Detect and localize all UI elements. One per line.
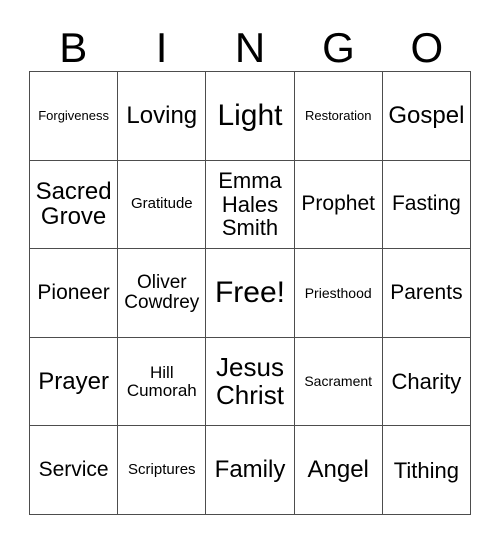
bingo-cell[interactable]: Restoration: [294, 72, 383, 161]
bingo-cell-label: Jesus Christ: [216, 352, 284, 410]
bingo-cell-label: Prayer: [38, 367, 109, 395]
bingo-cell[interactable]: Prayer: [30, 337, 119, 427]
bingo-cell[interactable]: Light: [206, 72, 295, 161]
bingo-cell[interactable]: Jesus Christ: [206, 337, 295, 427]
bingo-cell-label: Prophet: [301, 192, 375, 216]
bingo-cell[interactable]: Service: [30, 426, 119, 515]
bingo-cell-label: Family: [214, 456, 286, 484]
bingo-cell-label: Angel: [307, 456, 369, 484]
bingo-card: B I N G O Forgiveness Loving Light Restoration G…: [0, 0, 500, 544]
bingo-cell[interactable]: Sacred Grove: [30, 160, 119, 250]
bingo-cell-label: Fasting: [391, 192, 461, 216]
bingo-cell-label: Loving: [126, 102, 198, 130]
bingo-cell-label: Oliver Cowdrey: [124, 271, 200, 313]
bingo-cell[interactable]: Loving: [118, 72, 207, 161]
bingo-cell-label: Hill Cumorah: [126, 362, 197, 400]
bingo-cell-label: Forgiveness: [38, 107, 109, 123]
bingo-free-space-cell[interactable]: Free!: [206, 249, 295, 338]
bingo-cell-label: Gratitude: [130, 195, 193, 213]
bingo-header-letter-i: I: [155, 24, 168, 71]
bingo-cell[interactable]: Scriptures: [118, 426, 207, 515]
bingo-cell-label: Pioneer: [37, 280, 110, 304]
bingo-cell-label: Free!: [214, 276, 285, 310]
bingo-cell[interactable]: Fasting: [382, 160, 471, 250]
bingo-cell[interactable]: Oliver Cowdrey: [118, 249, 207, 338]
bingo-cell[interactable]: Forgiveness: [30, 72, 119, 161]
bingo-grid: Forgiveness Loving Light Restoration Gospel S…: [29, 71, 471, 515]
bingo-cell[interactable]: Gospel: [382, 72, 471, 161]
bingo-cell-label: Sacrament: [304, 373, 373, 390]
bingo-cell[interactable]: Angel: [294, 426, 383, 515]
bingo-cell-label: Tithing: [393, 457, 459, 483]
bingo-cell[interactable]: Parents: [382, 249, 471, 338]
bingo-cell[interactable]: Prophet: [294, 160, 383, 250]
bingo-header-letter-b: B: [59, 24, 88, 71]
bingo-cell-label: Scriptures: [128, 461, 196, 479]
bingo-cell-label: Sacred Grove: [35, 177, 112, 231]
bingo-cell[interactable]: Gratitude: [118, 160, 207, 250]
bingo-cell-label: Charity: [391, 368, 462, 394]
bingo-cell[interactable]: Pioneer: [30, 249, 119, 338]
bingo-cell[interactable]: Family: [206, 426, 295, 515]
bingo-header-letter-n: N: [234, 24, 266, 71]
bingo-cell-label: Emma Hales Smith: [218, 168, 282, 241]
bingo-header-row: BINGO: [29, 17, 471, 71]
bingo-cell[interactable]: Priesthood: [294, 249, 383, 338]
bingo-cell[interactable]: Tithing: [382, 426, 471, 515]
bingo-cell[interactable]: Emma Hales Smith: [206, 160, 295, 250]
bingo-cell-label: Parents: [390, 280, 463, 304]
bingo-cell-label: Restoration: [304, 107, 372, 123]
bingo-cell[interactable]: Hill Cumorah: [118, 337, 207, 427]
bingo-cell-label: Service: [38, 458, 109, 482]
bingo-header-letter-g: G: [322, 24, 355, 71]
bingo-cell-label: Light: [217, 98, 283, 132]
bingo-cell[interactable]: Charity: [382, 337, 471, 427]
bingo-cell[interactable]: Sacrament: [294, 337, 383, 427]
bingo-cell-label: Gospel: [388, 102, 465, 130]
bingo-cell-label: Priesthood: [304, 284, 372, 301]
bingo-header-letter-o: O: [410, 24, 444, 71]
